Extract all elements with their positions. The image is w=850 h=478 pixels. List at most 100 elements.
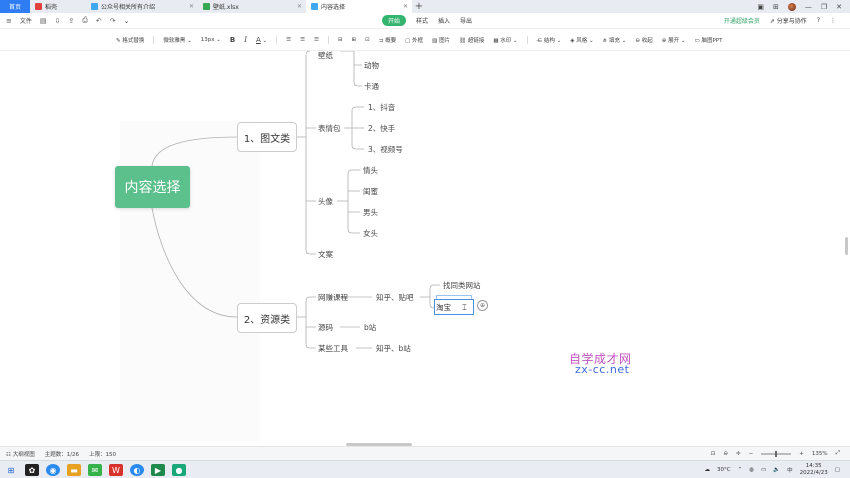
node-bilibili[interactable]: b站 <box>364 322 376 333</box>
node-edit-input[interactable]: 淘宝 <box>434 299 474 315</box>
layout-button[interactable]: ⋲ 结构 ⌄ <box>537 36 562 44</box>
save-icon[interactable]: ▤ <box>40 17 47 25</box>
zoom-level[interactable]: 135% <box>812 451 828 457</box>
watermark-button[interactable]: ▦ 水印 ⌄ <box>493 36 517 44</box>
node-couple[interactable]: 情头 <box>363 165 378 176</box>
new-tab-button[interactable]: + <box>412 0 426 13</box>
locate-icon[interactable]: ✛ <box>736 451 741 457</box>
browser-icon[interactable]: ◉ <box>46 464 60 476</box>
restore-icon[interactable]: ❐ <box>821 3 827 11</box>
volume-icon[interactable]: 🔈 <box>773 467 780 473</box>
avatar[interactable] <box>787 2 796 11</box>
windows-start-icon[interactable]: ⊞ <box>4 464 18 476</box>
category-node-resource[interactable]: 2、资源类 <box>237 303 297 333</box>
more-icon[interactable]: ⋮ <box>830 17 836 24</box>
align-center-icon[interactable]: ☰ <box>300 37 305 43</box>
font-size-select[interactable]: 13px ⌄ <box>201 37 221 43</box>
node-zhihu-bili[interactable]: 知乎、b站 <box>376 343 411 354</box>
zoom-slider[interactable] <box>761 450 792 457</box>
chevron-down-icon[interactable]: ⌄ <box>124 17 130 25</box>
tab-style[interactable]: 样式 <box>416 16 428 25</box>
insert-child-icon[interactable]: ⊞ <box>352 37 357 43</box>
node-course[interactable]: 网赚课程 <box>318 292 348 303</box>
node-zhihu-tieba[interactable]: 知乎、贴吧 <box>376 292 414 303</box>
node-animal[interactable]: 动物 <box>364 60 379 71</box>
clock[interactable]: 14:35 2022/4/23 <box>800 463 828 477</box>
node-female[interactable]: 女头 <box>363 228 378 239</box>
node-avatar[interactable]: 头像 <box>318 196 333 207</box>
node-kuaishou[interactable]: 2、快手 <box>368 123 395 134</box>
insert-sibling-icon[interactable]: ⊟ <box>338 37 343 43</box>
align-left-icon[interactable]: ☰ <box>286 37 291 43</box>
summary-button[interactable]: ⊐ 概要 <box>379 36 396 44</box>
tab-start[interactable]: 开始 <box>382 15 407 26</box>
collapse-button[interactable]: ⊖ 收起 <box>635 36 652 44</box>
tab-current[interactable]: 内容选择 ✕ <box>306 0 412 13</box>
root-node[interactable]: 内容选择 <box>115 166 190 208</box>
node-wallpaper[interactable]: 壁纸 <box>318 51 333 61</box>
folder-icon[interactable]: ▬ <box>67 464 81 476</box>
layout-icon[interactable]: ▣ <box>757 3 764 11</box>
tray-app-icon[interactable]: ◍ <box>749 467 754 473</box>
link-button[interactable]: ⛓ 超链接 <box>459 36 484 44</box>
zoom-out-icon[interactable]: ⊖ <box>723 451 728 457</box>
vip-link[interactable]: 开通超级会员 <box>724 16 760 25</box>
network-icon[interactable]: ▭ <box>761 467 766 473</box>
bold-button[interactable]: B <box>230 36 235 44</box>
wps-icon[interactable]: W <box>109 464 123 476</box>
video-app-icon[interactable]: ▶ <box>151 464 165 476</box>
zoom-minus-icon[interactable]: − <box>749 451 754 457</box>
close-icon[interactable]: ✕ <box>189 3 194 10</box>
close-icon[interactable]: ✕ <box>403 3 408 10</box>
fit-icon[interactable]: ⊡ <box>711 451 716 457</box>
add-node-icon[interactable]: ⊕ <box>477 300 488 311</box>
mindmap-ppt-button[interactable]: ▭ 脑图PPT <box>694 36 722 44</box>
export-icon[interactable]: ⇪ <box>68 17 74 25</box>
undo-icon[interactable]: ↶ <box>96 17 102 25</box>
file-menu[interactable]: 文件 <box>20 16 32 25</box>
insert-parent-icon[interactable]: ⊡ <box>365 37 370 43</box>
italic-button[interactable]: I <box>244 36 247 44</box>
minimize-icon[interactable]: — <box>805 3 812 11</box>
node-douyin[interactable]: 1、抖音 <box>368 102 395 113</box>
zoom-plus-icon[interactable]: + <box>799 451 804 457</box>
node-copywriting[interactable]: 文案 <box>318 249 333 260</box>
align-right-icon[interactable]: ☰ <box>314 37 319 43</box>
node-source-code[interactable]: 源码 <box>318 322 333 333</box>
fullscreen-icon[interactable]: ⤢ <box>836 450 840 457</box>
outline-view-button[interactable]: ☷ 大纲视图 <box>6 450 35 458</box>
tab-home[interactable]: 首页 <box>0 0 30 13</box>
node-shipinhao[interactable]: 3、视频号 <box>368 144 403 155</box>
recorder-icon[interactable]: ● <box>172 464 186 476</box>
node-tools[interactable]: 某些工具 <box>318 343 348 354</box>
tab-export[interactable]: 导出 <box>460 16 472 25</box>
help-icon[interactable]: ? <box>817 17 820 24</box>
outline-button[interactable]: ▢ 外框 <box>405 36 423 44</box>
font-select[interactable]: 微软雅黑 ⌄ <box>163 36 191 44</box>
edge-icon[interactable]: ◐ <box>130 464 144 476</box>
font-color-button[interactable]: A ⌄ <box>256 36 267 44</box>
vertical-scrollbar[interactable] <box>845 237 848 255</box>
node-cartoon[interactable]: 卡通 <box>364 81 379 92</box>
tab-wechat-doc[interactable]: 公众号相关所有介绍 ✕ <box>86 0 198 13</box>
node-bestie[interactable]: 闺蜜 <box>363 186 378 197</box>
print-icon[interactable]: ⎙ <box>82 16 88 25</box>
redo-icon[interactable]: ↷ <box>110 17 116 25</box>
close-window-icon[interactable]: ✕ <box>836 3 842 11</box>
tray-expand-icon[interactable]: ⌃ <box>738 467 743 473</box>
menu-icon[interactable]: ≡ <box>6 17 12 25</box>
notification-icon[interactable]: ▢ <box>835 467 840 473</box>
expand-button[interactable]: ⊕ 展开 ⌄ <box>662 36 686 44</box>
weather-temp[interactable]: 30°C <box>717 467 731 473</box>
image-button[interactable]: ▨ 图片 <box>432 36 450 44</box>
node-sticker[interactable]: 表情包 <box>318 123 341 134</box>
theme-button[interactable]: ◈ 风格 ⌄ <box>570 36 593 44</box>
wechat-icon[interactable]: ✉ <box>88 464 102 476</box>
close-icon[interactable]: ✕ <box>297 3 302 10</box>
tab-insert[interactable]: 插入 <box>438 16 450 25</box>
fill-button[interactable]: ⋔ 填充 ⌄ <box>603 36 627 44</box>
node-male[interactable]: 男头 <box>363 207 378 218</box>
format-brush-button[interactable]: ✎ 格式替换 <box>116 36 144 44</box>
grid-icon[interactable]: ⊞ <box>773 3 779 11</box>
category-node-graphic[interactable]: 1、图文类 <box>237 122 297 152</box>
